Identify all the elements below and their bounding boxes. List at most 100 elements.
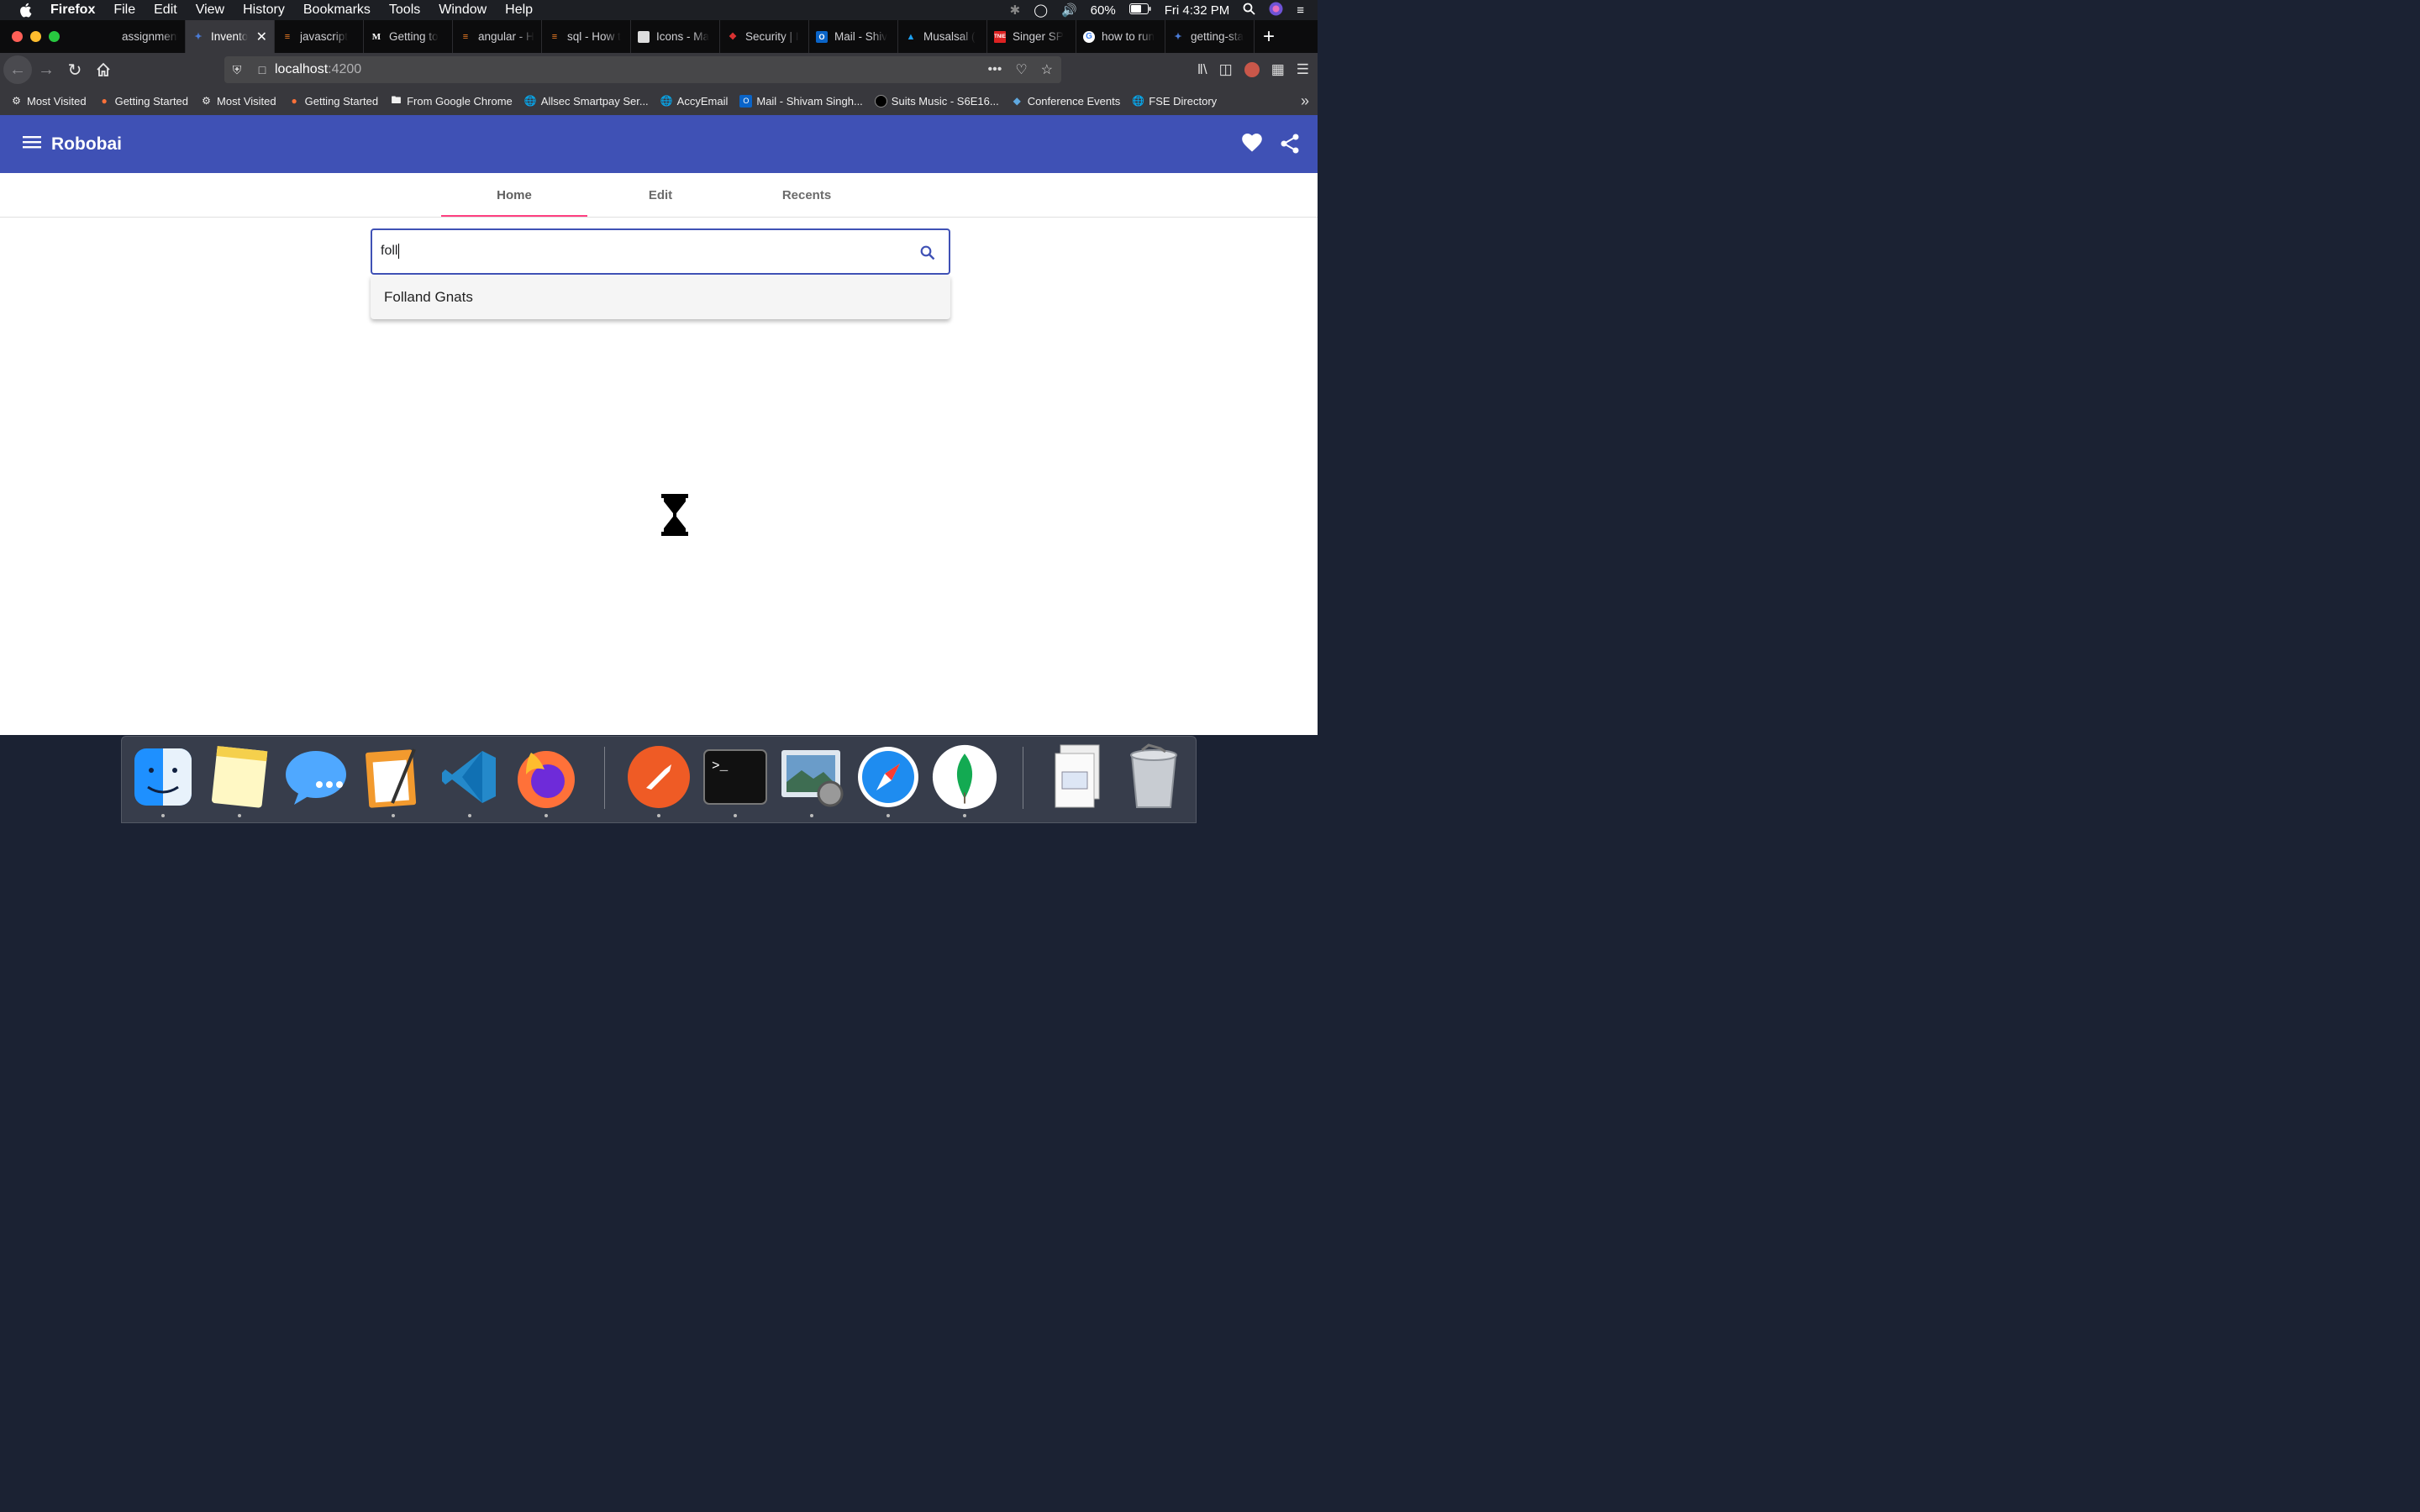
notification-center-icon[interactable]: ≡	[1297, 3, 1304, 18]
safari-icon[interactable]	[855, 743, 921, 817]
messages-icon[interactable]	[283, 743, 349, 811]
forward-button[interactable]: →	[32, 55, 60, 84]
bookmark-item[interactable]: O Mail - Shivam Singh...	[739, 94, 863, 108]
vscode-icon[interactable]	[437, 743, 502, 817]
siri-icon[interactable]	[1269, 2, 1283, 19]
hamburger-menu-button[interactable]	[23, 135, 43, 153]
bookmark-folder[interactable]: 🖿 From Google Chrome	[390, 94, 513, 108]
battery-icon[interactable]	[1128, 3, 1151, 18]
tab-recents[interactable]: Recents	[734, 173, 880, 217]
firefox-icon[interactable]	[513, 743, 579, 817]
browser-tab[interactable]: O Mail - Shiv	[809, 20, 898, 53]
security-icon: ❖	[729, 32, 737, 42]
globe-icon: 🌐	[1132, 95, 1145, 107]
bookmark-item[interactable]: Suits Music - S6E16...	[874, 94, 999, 108]
notes-icon[interactable]	[207, 743, 272, 817]
angular-icon: ✦	[194, 32, 203, 42]
bookmark-item[interactable]: ⚙ Most Visited	[200, 95, 276, 108]
clock[interactable]: Fri 4:32 PM	[1165, 3, 1230, 18]
bookmark-item[interactable]: ● Getting Started	[98, 95, 188, 108]
bookmarks-overflow-icon[interactable]: »	[1301, 92, 1309, 110]
zoom-window-button[interactable]	[49, 31, 60, 42]
mongodb-icon[interactable]	[932, 743, 997, 817]
browser-tab[interactable]: TNIE Singer SP	[987, 20, 1076, 53]
menu-window[interactable]: Window	[439, 3, 487, 18]
bookmark-item[interactable]: ◆ Conference Events	[1011, 95, 1121, 108]
page-info-icon[interactable]: □	[250, 63, 275, 76]
menu-file[interactable]: File	[113, 3, 135, 18]
home-button[interactable]	[89, 55, 118, 84]
browser-tab-active[interactable]: ✦ Invento ✕	[186, 20, 275, 53]
postman-icon[interactable]	[626, 743, 692, 817]
browser-tab[interactable]: ❖ Security | I	[720, 20, 809, 53]
page-actions-icon[interactable]: •••	[988, 62, 1002, 77]
browser-tab[interactable]: ≡ angular - H	[453, 20, 542, 53]
browser-tab[interactable]: assignment - a	[97, 20, 186, 53]
apple-icon[interactable]	[0, 3, 50, 18]
tab-label: how to run	[1102, 30, 1155, 43]
pages-icon[interactable]	[360, 743, 426, 817]
web-page: Robobai Home Edit Recents foll Folland G…	[0, 115, 1318, 735]
minimize-window-button[interactable]	[30, 31, 41, 42]
bookmark-item[interactable]: 🌐 AccyEmail	[660, 95, 729, 108]
menu-app-name[interactable]: Firefox	[50, 3, 95, 18]
search-input[interactable]: foll	[371, 228, 950, 275]
menu-view[interactable]: View	[196, 3, 224, 18]
reload-button[interactable]: ↻	[60, 55, 89, 84]
browser-tab[interactable]: Ghow to run	[1076, 20, 1165, 53]
close-window-button[interactable]	[12, 31, 23, 42]
close-tab-icon[interactable]: ✕	[256, 29, 267, 45]
bookmark-item[interactable]: ● Getting Started	[288, 95, 378, 108]
menu-tools[interactable]: Tools	[389, 3, 420, 18]
menu-bookmarks[interactable]: Bookmarks	[303, 3, 371, 18]
new-tab-button[interactable]: +	[1263, 25, 1275, 49]
angular-icon: ✦	[1174, 32, 1182, 42]
bluetooth-icon[interactable]: ✱	[1010, 3, 1021, 18]
menu-history[interactable]: History	[243, 3, 285, 18]
tab-label: Mail - Shiv	[834, 30, 888, 43]
pocket-icon[interactable]: ♡	[1015, 61, 1027, 78]
browser-tab[interactable]: M Getting to	[364, 20, 453, 53]
bookmark-item[interactable]: 🌐 FSE Directory	[1132, 95, 1217, 108]
tab-edit[interactable]: Edit	[587, 173, 734, 217]
document-stack-icon[interactable]	[1044, 743, 1110, 811]
share-icon[interactable]	[1281, 134, 1299, 158]
sidebar-icon[interactable]: ◫	[1219, 61, 1233, 78]
browser-tab[interactable]: Icons - Ma	[631, 20, 720, 53]
back-button[interactable]: ←	[3, 55, 32, 84]
spotlight-search-icon[interactable]	[1243, 3, 1255, 18]
tab-label: Musalsal (	[923, 30, 976, 43]
airplay-icon[interactable]: ◯	[1034, 3, 1048, 18]
tab-home[interactable]: Home	[441, 173, 587, 217]
browser-tab[interactable]: ✦ getting-sta	[1165, 20, 1255, 53]
library-icon[interactable]: ‖\	[1197, 61, 1207, 78]
bookmark-label: Getting Started	[114, 94, 189, 108]
hamburger-menu-icon[interactable]: ☰	[1297, 61, 1309, 78]
preview-icon[interactable]	[779, 743, 844, 817]
firefox-icon: ●	[291, 95, 297, 107]
menu-edit[interactable]: Edit	[154, 3, 177, 18]
bookmark-item[interactable]: 🌐 Allsec Smartpay Ser...	[524, 95, 649, 108]
finder-icon[interactable]	[130, 743, 196, 817]
autocomplete-option[interactable]: Folland Gnats	[384, 289, 473, 306]
browser-tab[interactable]: ▲ Musalsal (	[898, 20, 987, 53]
terminal-icon[interactable]: >_	[702, 743, 768, 817]
browser-tab[interactable]: ≡ sql - How t	[542, 20, 631, 53]
extensions-icon[interactable]: ▦	[1271, 61, 1285, 78]
favorite-heart-icon[interactable]	[1242, 134, 1262, 158]
bookmark-label: FSE Directory	[1149, 94, 1218, 108]
profile-avatar-icon[interactable]	[1244, 62, 1260, 77]
search-icon[interactable]	[920, 245, 935, 265]
diamond-icon: ◆	[1013, 95, 1021, 107]
volume-icon[interactable]: 🔊	[1061, 3, 1077, 18]
url-bar[interactable]: ⛨ □ localhost:4200 ••• ♡ ☆	[224, 56, 1061, 83]
gear-icon: ⚙	[12, 95, 21, 107]
bookmark-item[interactable]: ⚙ Most Visited	[10, 95, 86, 108]
menu-help[interactable]: Help	[505, 3, 533, 18]
running-indicator	[544, 814, 548, 817]
bookmark-star-icon[interactable]: ☆	[1041, 61, 1053, 78]
tab-label: angular - H	[478, 30, 534, 43]
browser-tab[interactable]: ≡ javascript	[275, 20, 364, 53]
trash-icon[interactable]	[1121, 743, 1186, 811]
tracking-shield-icon[interactable]: ⛨	[224, 63, 250, 77]
